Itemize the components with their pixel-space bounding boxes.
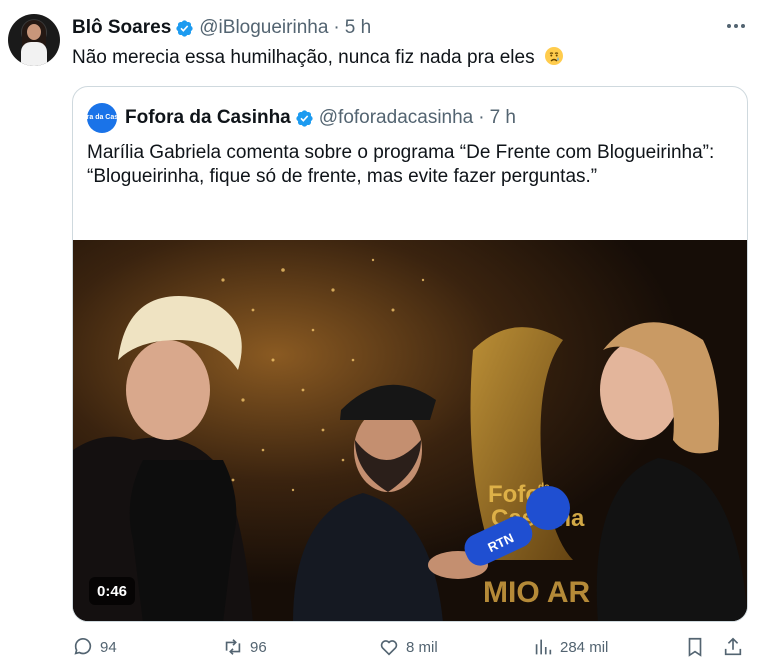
quoted-author-handle[interactable]: @foforadacasinha <box>319 107 474 129</box>
quoted-tweet[interactable]: Fofora da Casinha Fofora da Casinha @fof… <box>72 86 748 622</box>
repost-icon <box>225 639 241 655</box>
more-horizontal-icon <box>727 24 731 28</box>
video-frame: Fofora da Casinha MIO AR <box>73 240 747 621</box>
tweet-text-content: Não merecia essa humilhação, nunca fiz n… <box>72 47 535 68</box>
verified-badge-icon <box>176 19 193 37</box>
views-count: 284 mil <box>560 638 609 656</box>
more-options-button[interactable] <box>722 14 750 38</box>
repost-button[interactable]: 96 <box>222 632 267 662</box>
quoted-post-time[interactable]: 7 h <box>490 107 516 129</box>
quoted-avatar-text: Fofora da Casinha <box>72 114 133 121</box>
tweet: Blô Soares @iBlogueirinha · 5 h Não mere… <box>0 0 768 672</box>
like-count: 8 mil <box>406 638 438 656</box>
tweet-text: Não merecia essa humilhação, nunca fiz n… <box>72 46 564 70</box>
bookmark-icon <box>688 637 702 657</box>
reply-icon <box>74 637 92 655</box>
like-button[interactable]: 8 mil <box>378 632 438 662</box>
video-banner-text: MIO AR <box>483 576 591 609</box>
video-player[interactable]: Fofora da Casinha MIO AR <box>73 240 747 621</box>
separator-dot: · <box>333 17 340 38</box>
author-name[interactable]: Blô Soares <box>72 17 171 39</box>
quoted-tweet-header: Fofora da Casinha Fofora da Casinha @fof… <box>73 103 516 133</box>
repost-count: 96 <box>250 638 267 656</box>
verified-badge-icon <box>296 109 313 127</box>
separator-dot: · <box>478 107 485 128</box>
author-handle[interactable]: @iBlogueirinha <box>199 17 328 39</box>
reply-button[interactable]: 94 <box>72 632 117 662</box>
video-duration: 0:46 <box>89 577 136 605</box>
views-button[interactable]: 284 mil <box>532 632 608 662</box>
quoted-author-name[interactable]: Fofora da Casinha <box>125 107 291 129</box>
share-icon <box>724 637 742 656</box>
share-button[interactable] <box>722 632 744 662</box>
crying-face-icon <box>544 47 563 65</box>
author-avatar[interactable] <box>8 14 60 66</box>
heart-icon <box>380 640 398 656</box>
action-bar: 94 96 8 mil 284 mil <box>72 632 748 662</box>
tweet-header: Blô Soares @iBlogueirinha · 5 h <box>72 16 371 40</box>
quoted-tweet-text: Marília Gabriela comenta sobre o program… <box>87 142 715 187</box>
bookmark-button[interactable] <box>684 632 706 662</box>
reply-count: 94 <box>100 638 117 656</box>
analytics-icon <box>535 639 552 655</box>
quoted-author-avatar[interactable]: Fofora da Casinha <box>73 103 133 133</box>
post-time[interactable]: 5 h <box>345 17 371 39</box>
